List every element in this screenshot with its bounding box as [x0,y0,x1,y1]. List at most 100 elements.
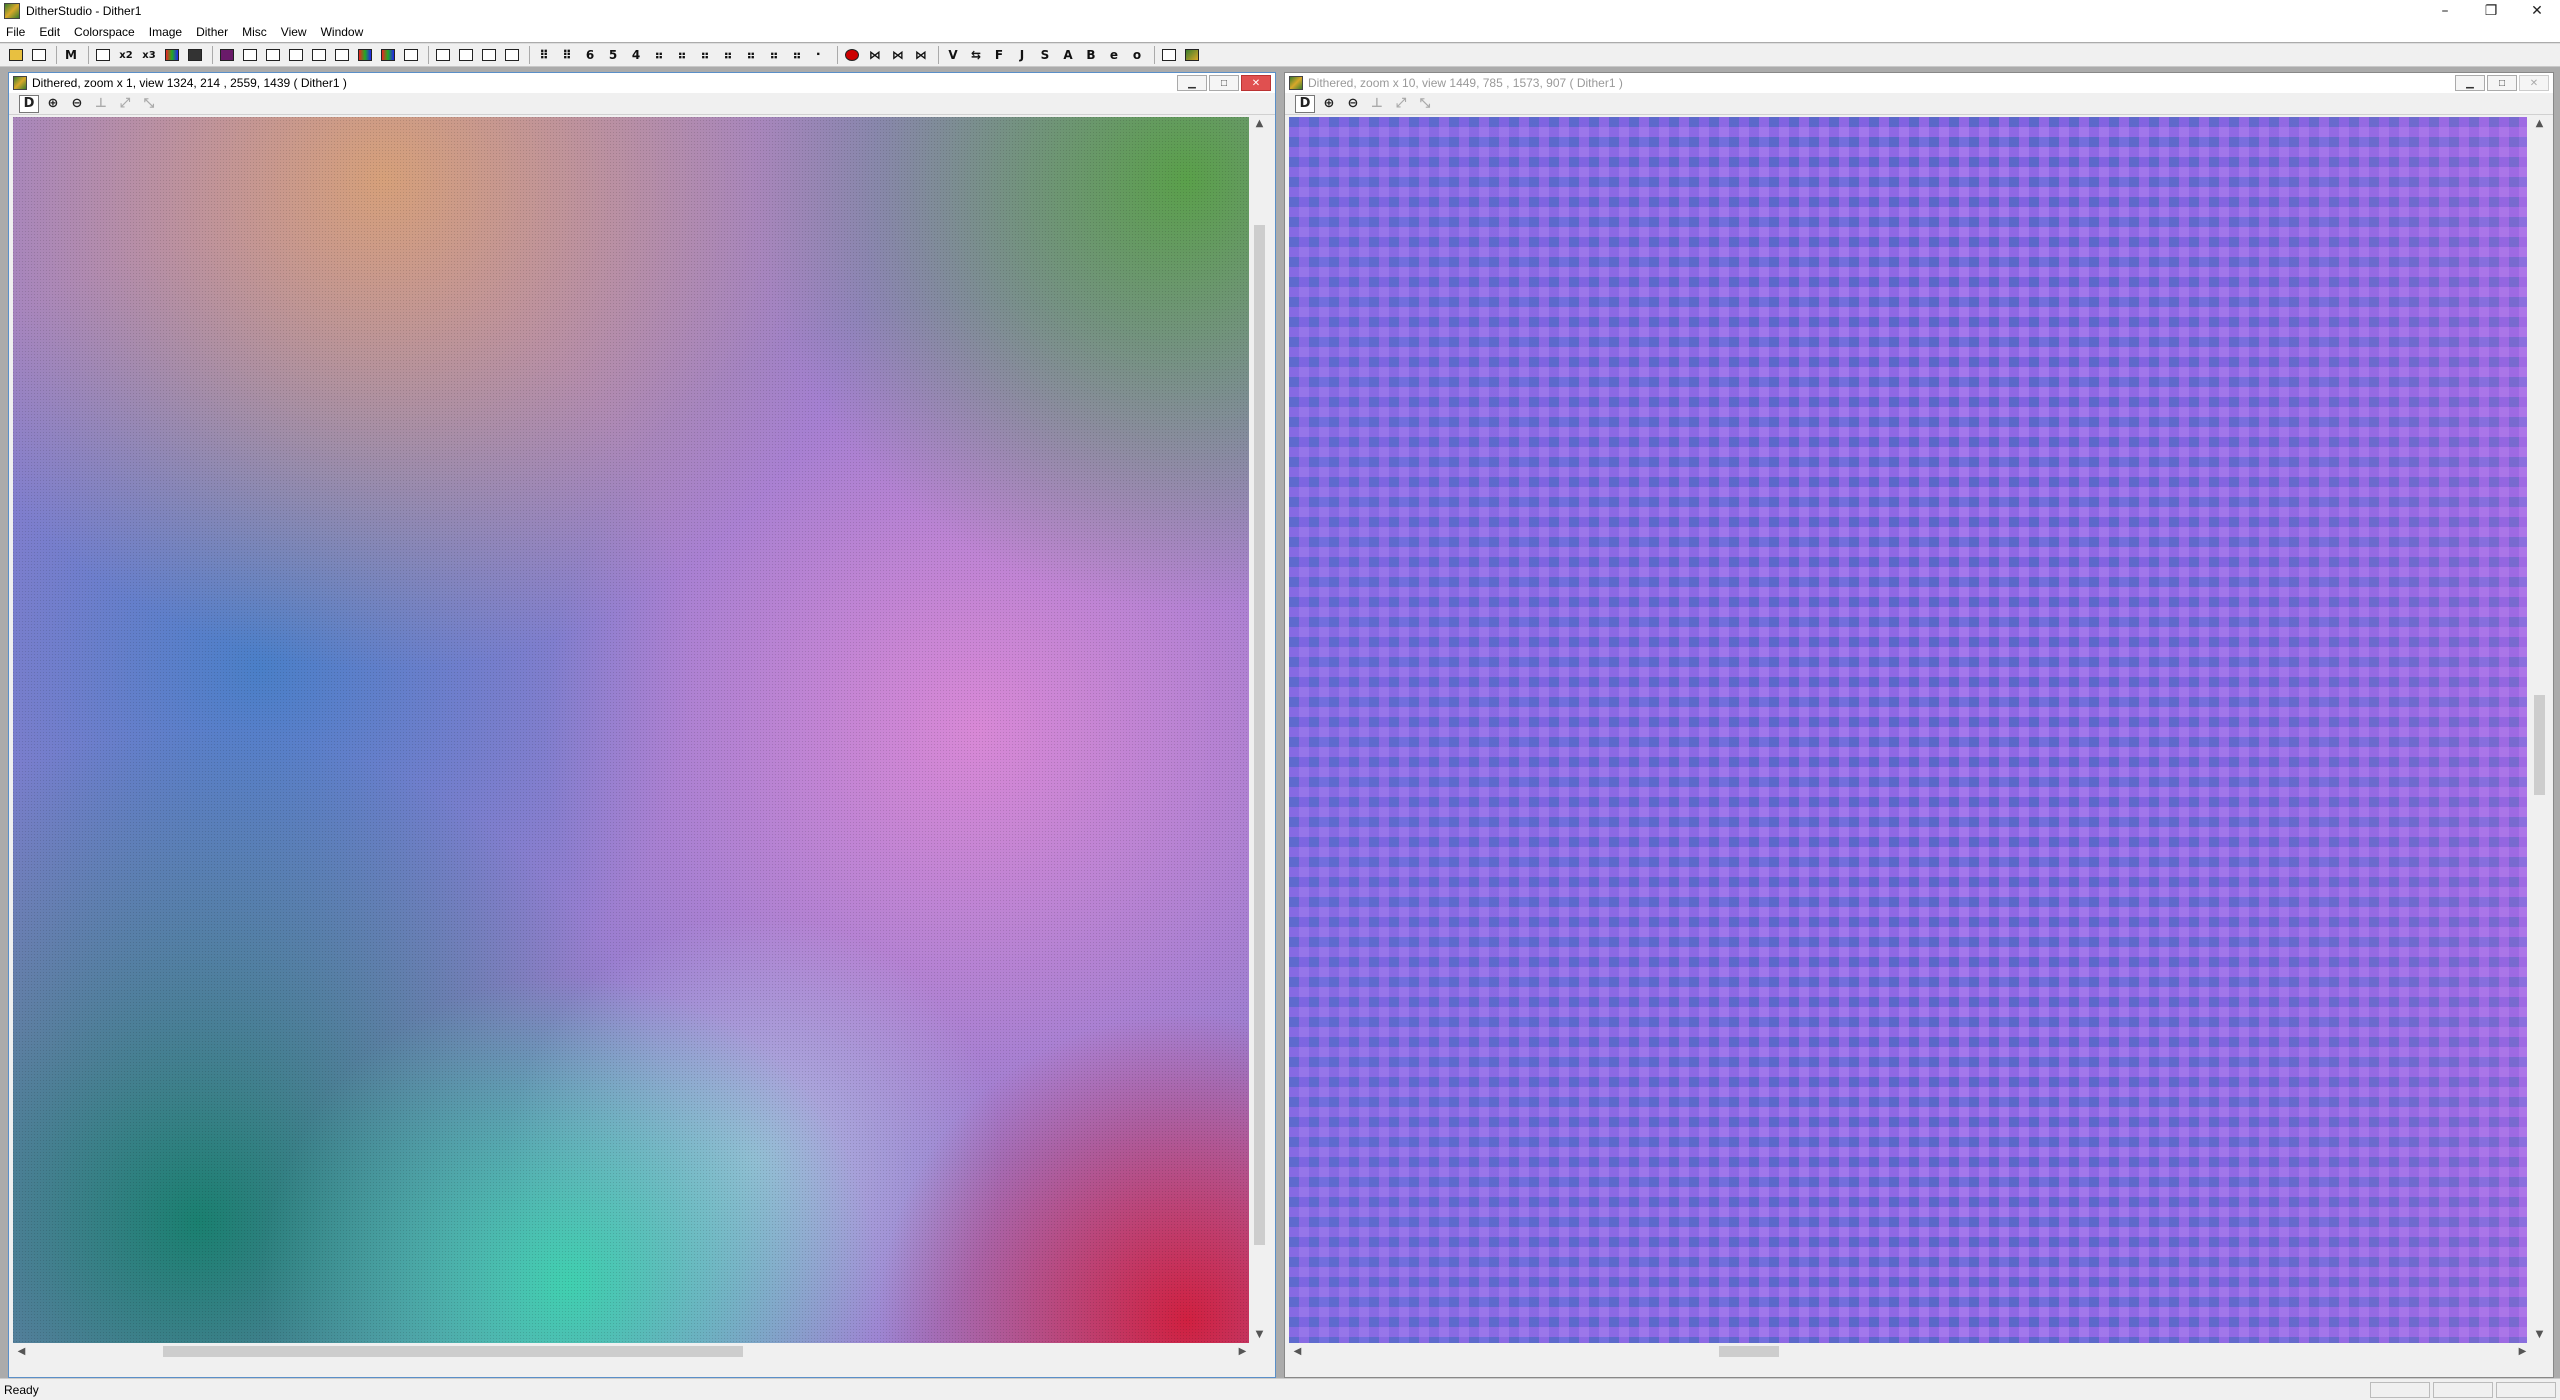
expand-icon[interactable]: ⤢ [1391,95,1411,113]
mode-m-button[interactable]: M [61,45,81,65]
node-2-icon[interactable]: ⋈ [888,45,908,65]
child-app-icon [13,76,27,90]
child-close-button[interactable]: ✕ [1241,75,1271,91]
scroll-down-icon[interactable]: ▼ [1251,1326,1268,1343]
expand-icon[interactable]: ⤢ [115,95,135,113]
save-icon[interactable] [29,45,49,65]
gradient-icon[interactable] [185,45,205,65]
dither-view-button[interactable]: D [19,94,39,113]
open-file-icon[interactable] [6,45,26,65]
algo-o-button[interactable]: o [1127,45,1147,65]
frame-alt-icon[interactable] [286,45,306,65]
dither-window-right[interactable]: Dithered, zoom x 10, view 1449, 785 , 15… [1284,72,2554,1378]
menu-dither[interactable]: Dither [196,25,228,39]
matrix-6-icon[interactable]: ⠶ [764,45,784,65]
collapse-icon[interactable]: ⤡ [139,95,159,113]
camera-icon[interactable] [93,45,113,65]
menu-image[interactable]: Image [149,25,182,39]
vertical-scrollbar[interactable]: ▲ ▼ [1251,115,1268,1343]
menu-view[interactable]: View [281,25,307,39]
algo-j-button[interactable]: J [1012,45,1032,65]
scroll-right-icon[interactable]: ▶ [1234,1343,1251,1360]
dither-view-button[interactable]: D [1295,94,1315,113]
pattern-1-icon[interactable]: ⠿ [534,45,554,65]
matrix-7-icon[interactable]: ⠶ [787,45,807,65]
algo-s-button[interactable]: S [1035,45,1055,65]
frame-icon[interactable] [263,45,283,65]
list-icon[interactable] [401,45,421,65]
layout-2-icon[interactable] [456,45,476,65]
scroll-up-icon[interactable]: ▲ [1251,115,1268,132]
node-3-icon[interactable]: ⋈ [911,45,931,65]
algo-f-button[interactable]: F [989,45,1009,65]
level-5-button[interactable]: 5 [603,45,623,65]
app-logo-icon[interactable] [1182,45,1202,65]
matrix-8-icon[interactable]: ⠂ [810,45,830,65]
fit-icon[interactable]: ⊥ [1367,95,1387,113]
scroll-left-icon[interactable]: ◀ [13,1343,30,1360]
swap-icon[interactable] [240,45,260,65]
child-controls: ▁ □ ✕ [1175,75,1271,91]
child-maximize-button[interactable]: □ [2487,75,2517,91]
horizontal-scrollbar[interactable]: ◀ ▶ [13,1343,1251,1360]
level-4-button[interactable]: 4 [626,45,646,65]
compare-icon[interactable] [1159,45,1179,65]
matrix-4-icon[interactable]: ⠶ [718,45,738,65]
palette-icon[interactable] [162,45,182,65]
zoom-in-icon[interactable]: ⊕ [43,95,63,113]
algo-v-button[interactable]: V [943,45,963,65]
zoomed-pixel-canvas[interactable] [1289,117,2527,1345]
layout-4-icon[interactable] [502,45,522,65]
colors-icon[interactable] [355,45,375,65]
zoom-out-icon[interactable]: ⊖ [1343,95,1363,113]
scroll-thumb[interactable] [1719,1346,1779,1357]
scroll-right-icon[interactable]: ▶ [2514,1343,2531,1360]
fill-icon[interactable] [217,45,237,65]
matrix-5-icon[interactable]: ⠶ [741,45,761,65]
matrix-3-icon[interactable]: ⠶ [695,45,715,65]
matrix-2-icon[interactable]: ⠶ [672,45,692,65]
zoom-x2-button[interactable]: x2 [116,45,136,65]
menu-edit[interactable]: Edit [39,25,60,39]
menu-misc[interactable]: Misc [242,25,267,39]
algo-a-button[interactable]: A [1058,45,1078,65]
child-maximize-button[interactable]: □ [1209,75,1239,91]
zoom-x3-button[interactable]: x3 [139,45,159,65]
close-button[interactable]: ✕ [2514,0,2560,22]
child-minimize-button[interactable]: ▁ [1177,75,1207,91]
algo-e-button[interactable]: e [1104,45,1124,65]
vertical-scrollbar[interactable]: ▲ ▼ [2531,115,2548,1343]
horizontal-scrollbar[interactable]: ◀ ▶ [1289,1343,2531,1360]
menu-window[interactable]: Window [321,25,364,39]
stack-icon[interactable] [309,45,329,65]
scroll-thumb[interactable] [1254,225,1265,1245]
pattern-2-icon[interactable]: ⠿ [557,45,577,65]
layout-1-icon[interactable] [433,45,453,65]
spectrum-icon[interactable] [378,45,398,65]
scroll-left-icon[interactable]: ◀ [1289,1343,1306,1360]
algo-b-button[interactable]: B [1081,45,1101,65]
node-1-icon[interactable]: ⋈ [865,45,885,65]
zoom-out-icon[interactable]: ⊖ [67,95,87,113]
menu-colorspace[interactable]: Colorspace [74,25,135,39]
scroll-down-icon[interactable]: ▼ [2531,1326,2548,1343]
stack-alt-icon[interactable] [332,45,352,65]
arrows-icon[interactable]: ⇆ [966,45,986,65]
restore-button[interactable]: ❐ [2468,0,2514,22]
fit-icon[interactable]: ⊥ [91,95,111,113]
menu-file[interactable]: File [6,25,25,39]
zoom-in-icon[interactable]: ⊕ [1319,95,1339,113]
scroll-thumb[interactable] [163,1346,743,1357]
dithered-image-canvas[interactable] [13,117,1249,1345]
dither-window-left[interactable]: Dithered, zoom x 1, view 1324, 214 , 255… [8,72,1276,1378]
level-6-button[interactable]: 6 [580,45,600,65]
layout-3-icon[interactable] [479,45,499,65]
scroll-thumb[interactable] [2534,695,2545,795]
stop-icon[interactable] [842,45,862,65]
collapse-icon[interactable]: ⤡ [1415,95,1435,113]
child-minimize-button[interactable]: ▁ [2455,75,2485,91]
scroll-up-icon[interactable]: ▲ [2531,115,2548,132]
child-close-button[interactable]: ✕ [2519,75,2549,91]
minimize-button[interactable]: – [2422,0,2468,22]
matrix-1-icon[interactable]: ⠶ [649,45,669,65]
